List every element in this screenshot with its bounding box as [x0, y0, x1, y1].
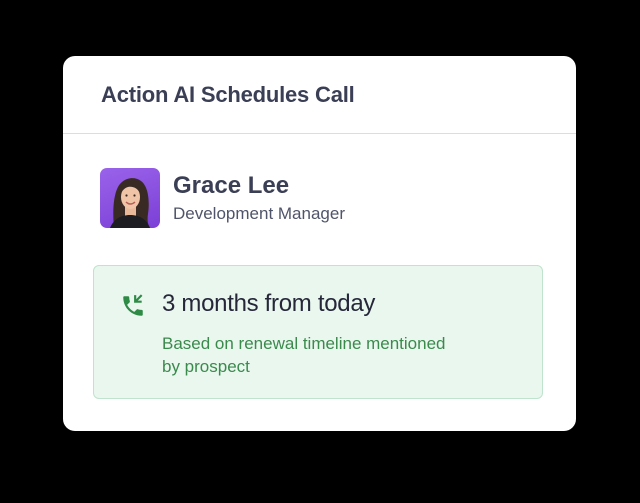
- contact-role: Development Manager: [173, 204, 345, 223]
- scheduled-call-box: 3 months from today Based on renewal tim…: [93, 265, 543, 399]
- phone-callback-icon: [123, 294, 143, 316]
- avatar-photo-icon: [110, 178, 150, 228]
- contact-row: Grace Lee Development Manager: [100, 168, 345, 228]
- contact-info: Grace Lee Development Manager: [173, 172, 345, 224]
- avatar: [100, 168, 160, 228]
- card-header: Action AI Schedules Call: [63, 56, 576, 134]
- card-title: Action AI Schedules Call: [101, 81, 355, 107]
- schedule-call-card: Action AI Schedules Call Grace Lee Devel…: [63, 56, 576, 431]
- call-time: 3 months from today: [162, 290, 376, 317]
- contact-name: Grace Lee: [173, 172, 290, 199]
- call-note: Based on renewal timeline mentioned by p…: [162, 334, 446, 376]
